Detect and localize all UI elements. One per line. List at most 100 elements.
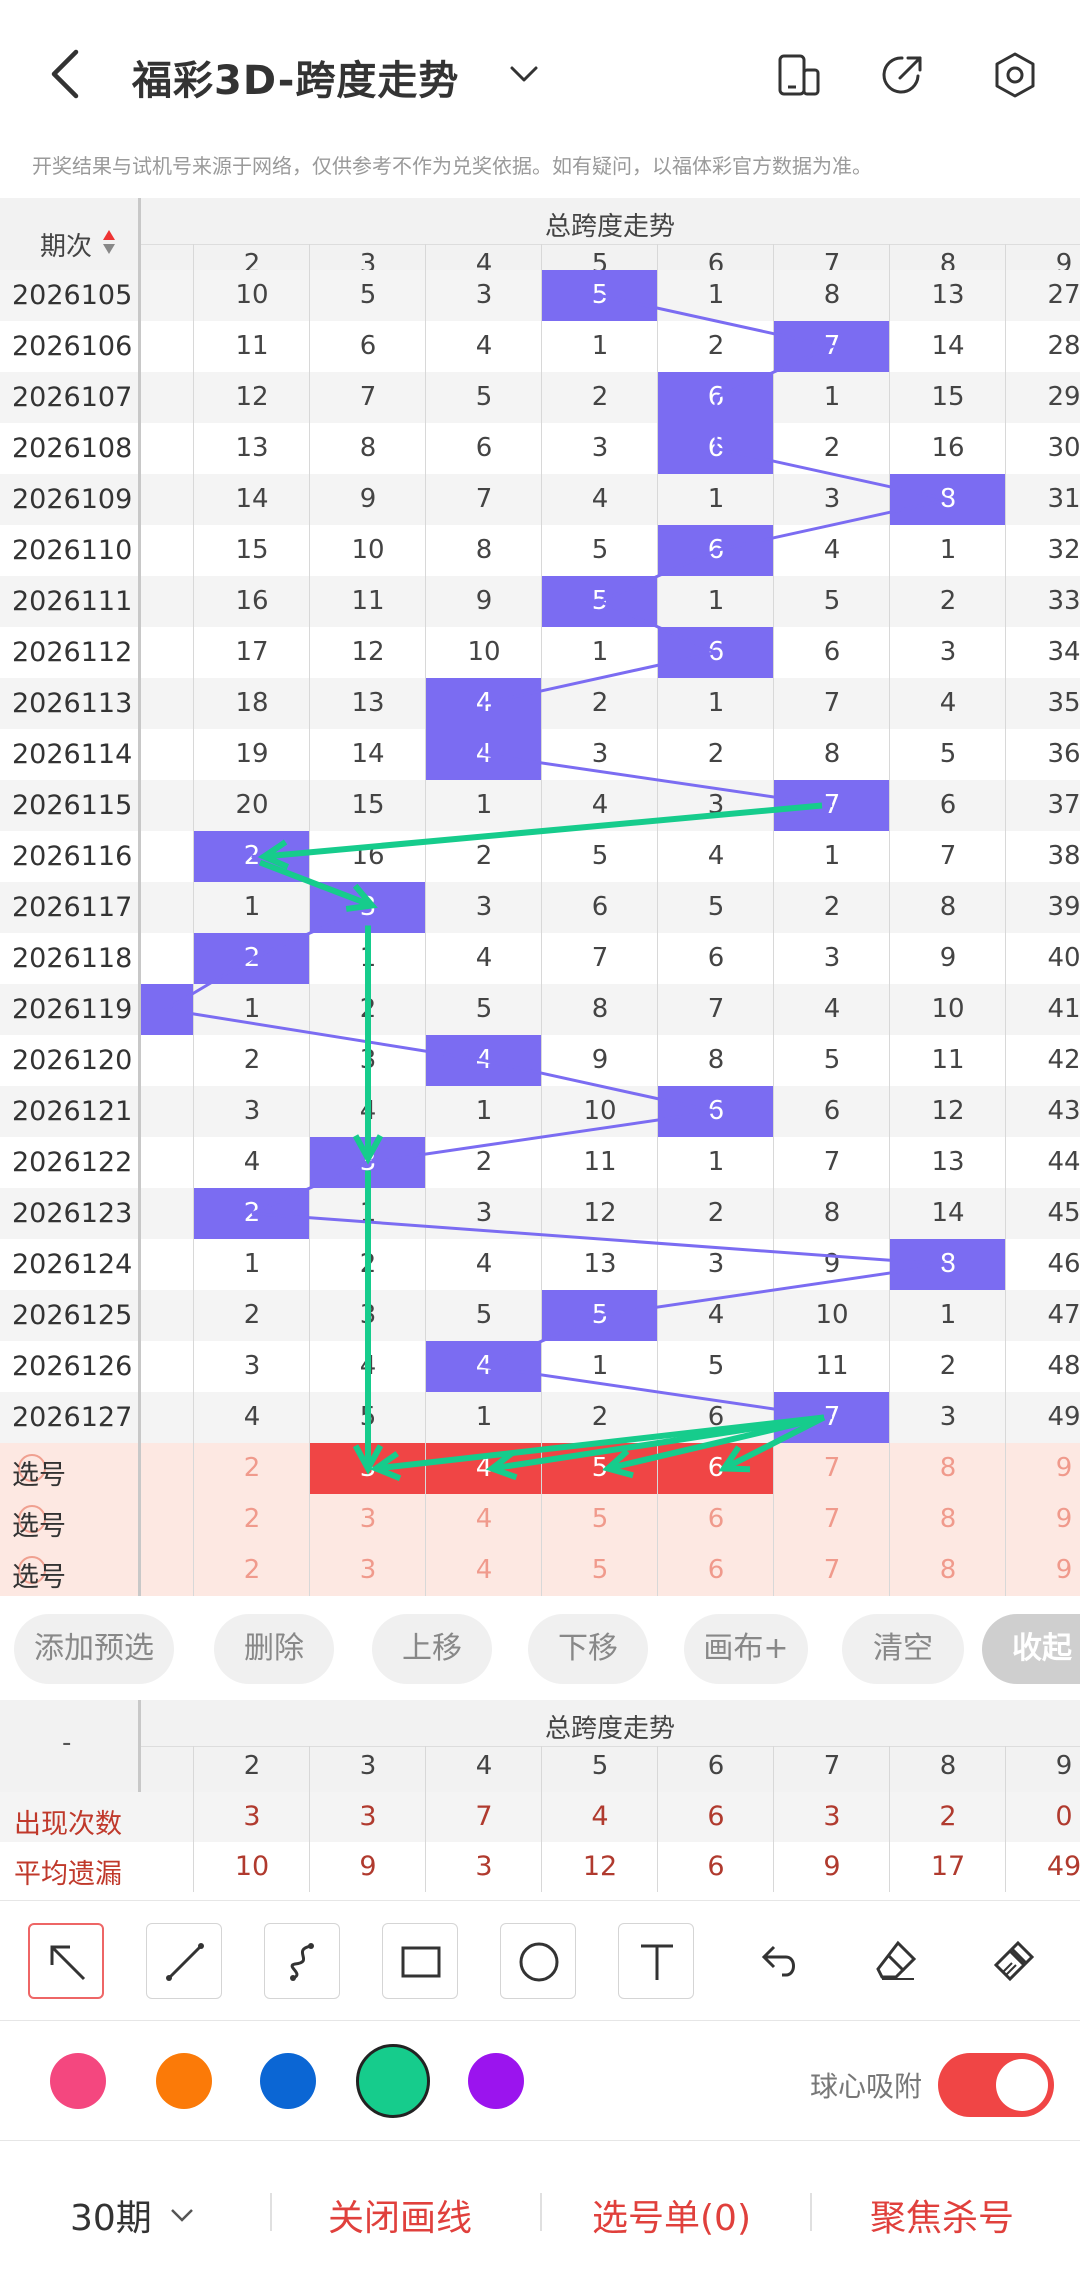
page-title[interactable]: 福彩3D-跨度走势 — [132, 48, 459, 106]
trend-cell[interactable]: 13 — [542, 1239, 658, 1290]
share-icon[interactable] — [878, 50, 928, 100]
trend-cell[interactable]: 1 — [194, 984, 310, 1035]
trend-cell[interactable]: 43 — [1006, 1086, 1080, 1137]
trend-cell[interactable]: 4 — [310, 1341, 426, 1392]
sort-icon[interactable] — [102, 228, 116, 256]
clear-brush-tool[interactable] — [976, 1923, 1052, 1999]
trend-cell[interactable]: 3 — [658, 1239, 774, 1290]
trend-cell[interactable]: 27 — [1006, 270, 1080, 321]
trend-cell[interactable]: 1 — [194, 882, 310, 933]
selected-number-cell[interactable]: 5 — [542, 1443, 658, 1494]
trend-cell[interactable]: 13 — [890, 270, 1006, 321]
trend-cell[interactable]: 10 — [542, 1086, 658, 1137]
trend-cell[interactable]: 8 — [890, 882, 1006, 933]
hit-cell[interactable]: 4 — [426, 1341, 542, 1392]
trend-cell[interactable]: 46 — [1006, 1239, 1080, 1290]
trend-cell[interactable]: 6 — [774, 627, 890, 678]
trend-cell[interactable]: 5 — [658, 882, 774, 933]
trend-cell[interactable]: 5 — [774, 576, 890, 627]
trend-cell[interactable]: 9 — [890, 933, 1006, 984]
trend-cell[interactable]: 6 — [890, 780, 1006, 831]
trend-cell[interactable]: 2 — [310, 1239, 426, 1290]
trend-cell[interactable]: 6 — [658, 1392, 774, 1443]
trend-cell[interactable]: 44 — [1006, 1137, 1080, 1188]
trend-cell[interactable]: 1 — [890, 525, 1006, 576]
trend-cell[interactable]: 3 — [774, 933, 890, 984]
trend-cell[interactable]: 3 — [890, 627, 1006, 678]
trend-cell[interactable]: 10 — [890, 984, 1006, 1035]
trend-cell[interactable]: 5 — [658, 1341, 774, 1392]
trend-cell[interactable]: 7 — [310, 372, 426, 423]
trend-cell[interactable]: 19 — [194, 729, 310, 780]
trend-cell[interactable]: 3 — [542, 729, 658, 780]
trend-cell[interactable]: 2 — [542, 678, 658, 729]
trend-cell[interactable]: 14 — [310, 729, 426, 780]
hit-cell[interactable]: 2 — [194, 831, 310, 882]
trend-cell[interactable]: 5 — [310, 270, 426, 321]
trend-cell[interactable]: 31 — [1006, 474, 1080, 525]
trend-cell[interactable]: 4 — [426, 1239, 542, 1290]
trend-cell[interactable]: 3 — [774, 474, 890, 525]
select-number-cell[interactable]: 2 — [194, 1545, 310, 1596]
hit-cell[interactable]: 3 — [310, 882, 426, 933]
trend-cell[interactable]: 3 — [194, 1086, 310, 1137]
pick-list-button[interactable]: 选号单(0) — [592, 2189, 751, 2241]
select-number-cell[interactable]: 6 — [658, 1545, 774, 1596]
trend-cell[interactable]: 1 — [658, 678, 774, 729]
trend-cell[interactable]: 8 — [542, 984, 658, 1035]
trend-cell[interactable]: 1 — [658, 474, 774, 525]
hit-cell[interactable]: 8 — [890, 1239, 1006, 1290]
select-number-cell[interactable]: 9 — [1006, 1545, 1080, 1596]
trend-cell[interactable]: 3 — [890, 1392, 1006, 1443]
undo-tool[interactable] — [740, 1923, 816, 1999]
color-pink[interactable] — [50, 2053, 106, 2109]
trend-cell[interactable]: 2 — [542, 372, 658, 423]
color-purple[interactable] — [468, 2053, 524, 2109]
text-tool[interactable] — [618, 1923, 694, 1999]
trend-cell[interactable]: 8 — [774, 1188, 890, 1239]
line-tool[interactable] — [146, 1923, 222, 1999]
trend-cell[interactable]: 15 — [194, 525, 310, 576]
trend-cell[interactable]: 11 — [890, 1035, 1006, 1086]
trend-cell[interactable]: 4 — [542, 780, 658, 831]
trend-cell[interactable]: 2 — [658, 729, 774, 780]
trend-cell[interactable]: 1 — [658, 1137, 774, 1188]
trend-cell[interactable]: 4 — [194, 1137, 310, 1188]
trend-cell[interactable]: 15 — [890, 372, 1006, 423]
hit-cell[interactable]: 4 — [426, 729, 542, 780]
trend-cell[interactable]: 1 — [542, 1341, 658, 1392]
trend-cell[interactable]: 14 — [890, 321, 1006, 372]
trend-cell[interactable]: 28 — [1006, 321, 1080, 372]
trend-cell[interactable]: 4 — [890, 678, 1006, 729]
trend-cell[interactable]: 9 — [310, 474, 426, 525]
trend-cell[interactable]: 4 — [194, 1392, 310, 1443]
trend-cell[interactable]: 2 — [890, 1341, 1006, 1392]
trend-cell[interactable]: 1 — [426, 1392, 542, 1443]
trend-cell[interactable]: 1 — [890, 1290, 1006, 1341]
trend-cell[interactable]: 10 — [426, 627, 542, 678]
trend-cell[interactable]: 1 — [542, 321, 658, 372]
trend-cell[interactable]: 3 — [310, 1035, 426, 1086]
trend-cell[interactable]: 10 — [310, 525, 426, 576]
trend-cell[interactable]: 10 — [194, 270, 310, 321]
trend-cell[interactable]: 39 — [1006, 882, 1080, 933]
trend-cell[interactable]: 6 — [426, 423, 542, 474]
hit-cell[interactable]: 8 — [890, 474, 1006, 525]
period-count-select[interactable]: 30期 — [70, 2189, 193, 2241]
select-number-cell[interactable]: 8 — [890, 1443, 1006, 1494]
trend-cell[interactable]: 5 — [426, 984, 542, 1035]
select-number-cell[interactable]: 6 — [658, 1494, 774, 1545]
trend-cell[interactable]: 2 — [426, 1137, 542, 1188]
curve-tool[interactable] — [264, 1923, 340, 1999]
color-blue[interactable] — [260, 2053, 316, 2109]
hit-cell[interactable]: 6 — [658, 1086, 774, 1137]
trend-cell[interactable]: 20 — [194, 780, 310, 831]
hit-cell[interactable]: 5 — [542, 1290, 658, 1341]
select-number-cell[interactable]: 7 — [774, 1494, 890, 1545]
trend-cell[interactable]: 15 — [310, 780, 426, 831]
circle-tool[interactable] — [500, 1923, 576, 1999]
trend-cell[interactable]: 12 — [194, 372, 310, 423]
trend-cell[interactable]: 1 — [774, 372, 890, 423]
trend-cell[interactable]: 45 — [1006, 1188, 1080, 1239]
trend-cell[interactable]: 18 — [194, 678, 310, 729]
